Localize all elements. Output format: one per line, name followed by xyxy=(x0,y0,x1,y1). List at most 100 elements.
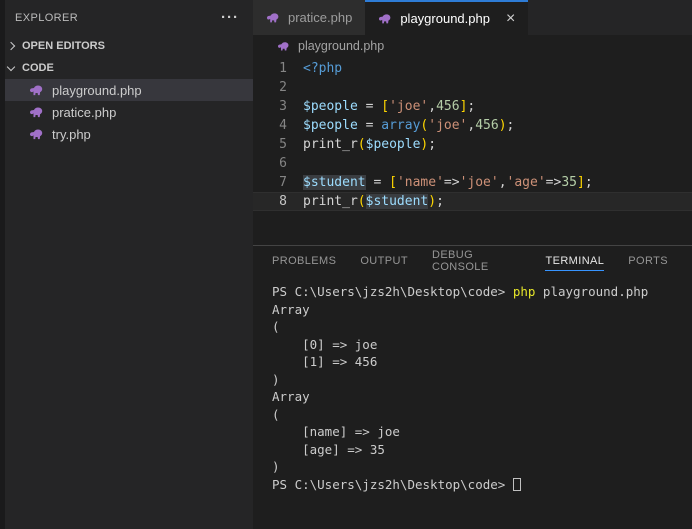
more-actions-icon[interactable]: ··· xyxy=(221,10,239,25)
editor-tabbar: pratice.php playground.php × xyxy=(253,0,692,35)
terminal-content[interactable]: PS C:\Users\jzs2h\Desktop\code> php play… xyxy=(253,276,692,493)
tab-ports[interactable]: PORTS xyxy=(628,246,668,276)
code-line[interactable]: 4 $people = array('joe',456); xyxy=(253,116,692,135)
token: ; xyxy=(436,194,444,209)
line-text: print_r($people); xyxy=(303,135,436,154)
term-line[interactable]: PS C:\Users\jzs2h\Desktop\code> php play… xyxy=(272,283,692,301)
code-line[interactable]: 3 $people = ['joe',456]; xyxy=(253,97,692,116)
term-line[interactable]: ( xyxy=(272,406,692,424)
line-text: [0] => joe xyxy=(272,336,692,354)
token: [1] => 456 xyxy=(272,354,378,369)
token: ) xyxy=(272,371,280,387)
token: , xyxy=(498,175,507,190)
code-line[interactable]: 5 print_r($people); xyxy=(253,135,692,154)
breadcrumb[interactable]: playground.php xyxy=(253,35,692,57)
code-line[interactable]: 2 xyxy=(253,78,692,97)
line-text: Array xyxy=(272,388,692,406)
token: ; xyxy=(467,99,476,114)
code-line[interactable]: 8 print_r($student); xyxy=(253,192,692,211)
token: ( xyxy=(357,194,366,209)
php-file-icon xyxy=(29,128,45,141)
php-file-icon xyxy=(29,84,45,97)
php-file-icon xyxy=(266,12,281,24)
token: array xyxy=(381,118,421,133)
term-line[interactable]: Array xyxy=(272,388,692,406)
explorer-sidebar: EXPLORER ··· OPEN EDITORS CODE playgroun… xyxy=(0,0,253,529)
token: 456 xyxy=(475,118,499,133)
code-line[interactable]: 6 xyxy=(253,154,692,173)
editor-group: pratice.php playground.php × playground.… xyxy=(253,0,692,245)
line-text: $student = ['name'=>'joe','age'=>35]; xyxy=(303,173,593,192)
line-number: 8 xyxy=(279,194,287,209)
chevron-right-icon xyxy=(6,41,16,51)
term-line[interactable]: ) xyxy=(272,458,692,476)
token: [name] => joe xyxy=(272,424,400,439)
vscode-window: EXPLORER ··· OPEN EDITORS CODE playgroun… xyxy=(0,0,692,529)
code-folder-section[interactable]: CODE xyxy=(0,57,253,79)
tab-label: pratice.php xyxy=(288,10,353,25)
token: ) xyxy=(272,459,280,474)
term-line[interactable]: [1] => 456 xyxy=(272,353,692,371)
breadcrumb-file: playground.php xyxy=(298,39,385,53)
line-number: 2 xyxy=(279,80,287,95)
token: => xyxy=(545,175,562,190)
token: Array xyxy=(272,301,310,317)
panel-tabbar: PROBLEMS OUTPUT DEBUG CONSOLE TERMINAL P… xyxy=(253,246,692,276)
sidebar-item-playground-php[interactable]: playground.php xyxy=(0,79,253,101)
line-number: 7 xyxy=(279,175,287,190)
line-number: 1 xyxy=(279,61,287,76)
token: ( xyxy=(357,137,366,152)
term-line[interactable]: [0] => joe xyxy=(272,336,692,354)
token: php xyxy=(512,284,536,299)
code-line[interactable]: 7 $student = ['name'=>'joe','age'=>35]; xyxy=(253,173,692,192)
file-name: playground.php xyxy=(52,82,142,98)
sidebar-item-try-php[interactable]: try.php xyxy=(0,123,253,145)
code-folder-label: CODE xyxy=(22,62,54,74)
token: print_r xyxy=(303,137,358,152)
line-number: 4 xyxy=(279,118,287,133)
tab-output[interactable]: OUTPUT xyxy=(360,246,408,276)
token: ) xyxy=(428,194,437,209)
tab-debug-console[interactable]: DEBUG CONSOLE xyxy=(432,246,522,276)
sidebar-item-pratice-php[interactable]: pratice.php xyxy=(0,101,253,123)
line-text: ) xyxy=(272,458,692,476)
token: $student xyxy=(303,175,366,190)
explorer-header: EXPLORER ··· xyxy=(0,0,253,35)
line-text: [name] => joe xyxy=(272,423,692,441)
tab-terminal[interactable]: TERMINAL xyxy=(545,246,605,276)
token: PS C:\Users\jzs2h\Desktop\code> xyxy=(272,476,513,492)
term-line[interactable]: Array xyxy=(272,301,692,319)
token: PS C:\Users\jzs2h\Desktop\code> xyxy=(272,284,513,299)
token: <?php xyxy=(303,61,343,76)
code-line[interactable]: 1 <?php xyxy=(253,59,692,78)
token: 'joe' xyxy=(459,175,499,190)
term-line[interactable]: PS C:\Users\jzs2h\Desktop\code> xyxy=(272,476,692,494)
sidebar-edge xyxy=(0,0,5,529)
token: = xyxy=(357,99,382,114)
tab-pratice-php[interactable]: pratice.php xyxy=(253,0,366,35)
tab-playground-php[interactable]: playground.php × xyxy=(365,0,529,35)
token: 35 xyxy=(561,175,577,190)
terminal-cursor xyxy=(512,477,521,491)
token: 'age' xyxy=(506,175,546,190)
term-line[interactable]: ) xyxy=(272,371,692,389)
line-text: PS C:\Users\jzs2h\Desktop\code> xyxy=(272,476,692,494)
code-editor[interactable]: 1 <?php 2 3 $people = ['joe',456]; 4 $people =… xyxy=(253,57,692,211)
tab-problems[interactable]: PROBLEMS xyxy=(272,246,336,276)
token: = xyxy=(365,175,390,190)
terminal-lines: PS C:\Users\jzs2h\Desktop\code> php play… xyxy=(272,283,692,493)
open-editors-section[interactable]: OPEN EDITORS xyxy=(0,35,253,57)
token: ( xyxy=(272,319,280,334)
file-name: try.php xyxy=(52,126,91,142)
token: ( xyxy=(272,406,280,422)
close-icon[interactable]: × xyxy=(506,10,515,27)
term-line[interactable]: ( xyxy=(272,318,692,336)
line-number: 6 xyxy=(279,156,287,171)
token: ; xyxy=(506,118,515,133)
token: ] xyxy=(576,175,585,190)
php-file-icon xyxy=(29,106,45,119)
term-line[interactable]: [name] => joe xyxy=(272,423,692,441)
term-line[interactable]: [age] => 35 xyxy=(272,441,692,459)
line-text: PS C:\Users\jzs2h\Desktop\code> php play… xyxy=(272,283,692,301)
php-file-icon xyxy=(378,13,393,25)
